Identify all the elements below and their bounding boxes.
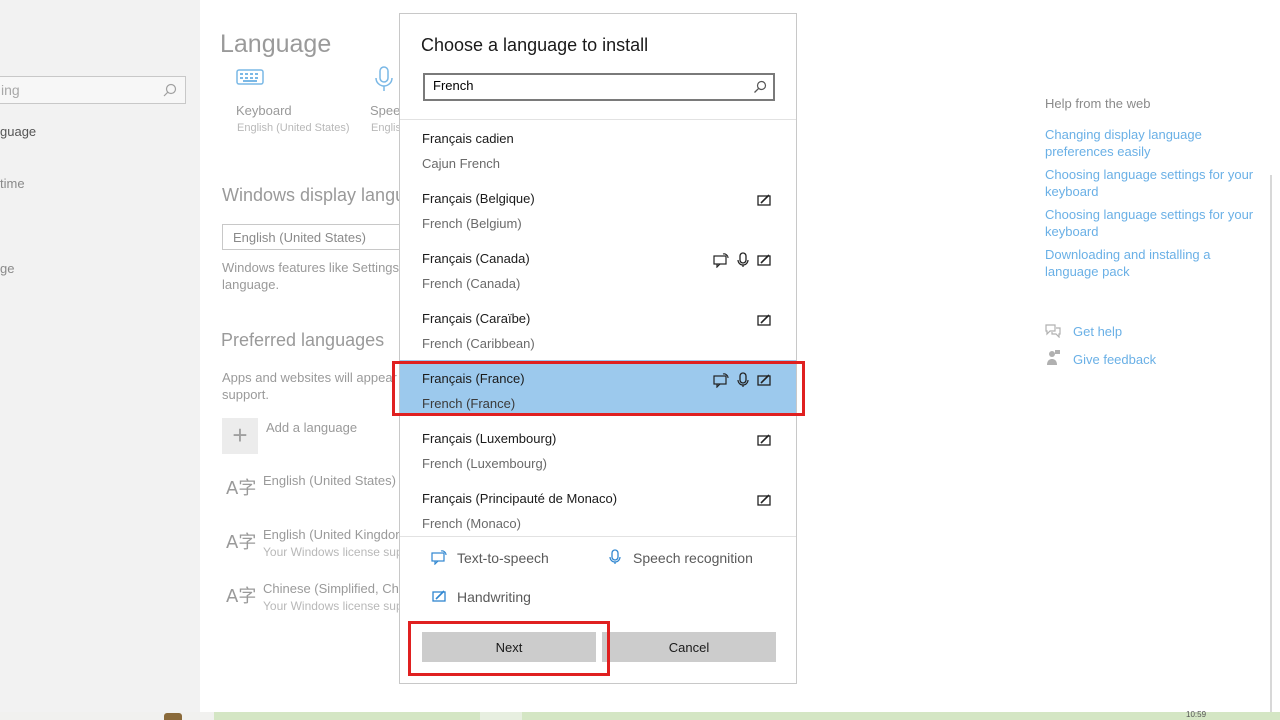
language-item[interactable]: Français (Principauté de Monaco) French … [400, 480, 796, 536]
language-search-input[interactable] [433, 78, 733, 93]
preferred-language-name[interactable]: English (United Kingdom [263, 527, 406, 542]
help-link-text: keyboard [1045, 224, 1099, 239]
language-item[interactable]: Français (Canada) French (Canada) [400, 240, 796, 296]
chat-bubble-icon [1045, 324, 1061, 338]
get-help-link[interactable]: Get help [1073, 323, 1122, 340]
language-item[interactable]: Français (Belgique) French (Belgium) [400, 180, 796, 236]
language-english-name: French (Luxembourg) [422, 456, 547, 471]
language-native-name: Français (France) [422, 371, 525, 386]
taskbar-clock[interactable]: 10:59 [1186, 711, 1206, 719]
help-link-text: Choosing language settings for your [1045, 167, 1254, 182]
display-language-desc-1: Windows features like Settings a [222, 260, 410, 275]
display-language-value: English (United States) [233, 230, 366, 245]
dialog-title: Choose a language to install [421, 35, 649, 55]
preferred-desc-2: support. [222, 387, 269, 402]
taskbar-app-icon[interactable] [164, 713, 182, 720]
handwriting-icon [757, 194, 771, 206]
preferred-language-sub: Your Windows license sup [263, 599, 403, 613]
keyboard-sub: English (United States) [237, 122, 350, 134]
handwriting-icon [757, 434, 771, 446]
nav-item-other[interactable]: ge [0, 261, 14, 276]
legend-text-to-speech: Text-to-speech [457, 550, 549, 566]
taskbar-segment [480, 712, 522, 720]
language-native-name: Français (Belgique) [422, 191, 535, 206]
language-item-selected[interactable]: Français (France) French (France) [400, 360, 796, 416]
language-native-name: Français (Principauté de Monaco) [422, 491, 618, 506]
text-to-speech-icon [713, 373, 729, 388]
microphone-icon [375, 66, 393, 91]
preferred-language-name[interactable]: Chinese (Simplified, Chin [263, 581, 409, 596]
help-link-text: keyboard [1045, 184, 1099, 199]
language-item[interactable]: Français (Caraïbe) French (Caribbean) [400, 300, 796, 356]
handwriting-icon [757, 494, 771, 506]
keyboard-label: Keyboard [236, 103, 292, 118]
nav-item-time[interactable]: time [0, 176, 25, 191]
choose-language-dialog: Choose a language to install Français ca… [399, 13, 797, 684]
help-link-text: preferences easily [1045, 144, 1151, 159]
help-link-keyboard-1[interactable]: Choosing language settings for your keyb… [1045, 166, 1255, 200]
language-native-name: Français (Canada) [422, 251, 530, 266]
legend-handwriting: Handwriting [457, 589, 531, 605]
microphone-icon [609, 549, 621, 564]
help-link-display-language[interactable]: Changing display language preferences ea… [1045, 126, 1255, 160]
microphone-icon [737, 252, 749, 267]
add-language-button[interactable]: + [222, 418, 258, 454]
display-language-heading: Windows display langu [222, 185, 406, 205]
handwriting-icon [432, 590, 446, 602]
help-link-keyboard-2[interactable]: Choosing language settings for your keyb… [1045, 206, 1255, 240]
text-to-speech-icon [431, 550, 447, 565]
language-english-name: French (Caribbean) [422, 336, 535, 351]
help-link-text: Changing display language [1045, 127, 1202, 142]
language-english-name: French (Monaco) [422, 516, 521, 531]
language-native-name: Français (Caraïbe) [422, 311, 531, 326]
give-feedback-link[interactable]: Give feedback [1073, 351, 1156, 368]
settings-search-placeholder: ing [1, 82, 20, 98]
language-english-name: French (Canada) [422, 276, 521, 291]
feedback-person-icon [1047, 350, 1060, 365]
search-icon [163, 83, 177, 97]
language-item[interactable]: Français cadien Cajun French [400, 120, 796, 176]
help-link-text: Choosing language settings for your [1045, 207, 1254, 222]
handwriting-icon [757, 314, 771, 326]
cancel-button[interactable]: Cancel [602, 632, 776, 662]
display-language-select[interactable]: English (United States) [222, 224, 402, 250]
language-icon: A字 [226, 478, 257, 499]
help-link-text: language pack [1045, 264, 1130, 279]
language-native-name: Français cadien [422, 131, 514, 146]
preferred-desc-1: Apps and websites will appear in [222, 370, 411, 385]
preferred-language-sub: Your Windows license sup [263, 545, 403, 559]
microphone-icon [737, 372, 749, 387]
language-english-name: French (Belgium) [422, 216, 522, 231]
language-english-name: Cajun French [422, 156, 501, 171]
help-link-language-pack[interactable]: Downloading and installing a language pa… [1045, 246, 1255, 280]
help-heading: Help from the web [1045, 96, 1151, 111]
language-icon: A字 [226, 532, 257, 553]
handwriting-icon [757, 374, 771, 386]
language-search-box[interactable] [423, 73, 775, 101]
text-to-speech-icon [713, 253, 729, 268]
language-native-name: Français (Luxembourg) [422, 431, 557, 446]
left-nav: ing guage time ge [0, 0, 200, 712]
legend-speech-recognition: Speech recognition [633, 550, 753, 566]
keyboard-icon [236, 69, 264, 85]
speech-sub: Englis [371, 122, 401, 134]
add-language-label[interactable]: Add a language [266, 420, 357, 435]
preferred-languages-heading: Preferred languages [221, 330, 385, 350]
display-language-desc-2: language. [222, 277, 280, 292]
language-icon: A字 [226, 586, 257, 607]
preferred-language-name[interactable]: English (United States) [263, 473, 396, 488]
page-title: Language [220, 30, 332, 58]
scrollbar[interactable] [1270, 175, 1272, 712]
language-list[interactable]: Français cadien Cajun French Français (B… [400, 120, 796, 536]
search-icon[interactable] [753, 80, 767, 94]
next-button[interactable]: Next [422, 632, 596, 662]
language-item[interactable]: Français (Luxembourg) French (Luxembourg… [400, 420, 796, 476]
help-link-text: Downloading and installing a [1045, 247, 1211, 262]
taskbar: 10:59 [0, 711, 1280, 720]
nav-item-language[interactable]: guage [0, 124, 36, 139]
handwriting-icon [757, 254, 771, 266]
settings-search-input[interactable]: ing [0, 76, 186, 104]
language-english-name: French (France) [422, 396, 516, 411]
divider [400, 536, 796, 537]
